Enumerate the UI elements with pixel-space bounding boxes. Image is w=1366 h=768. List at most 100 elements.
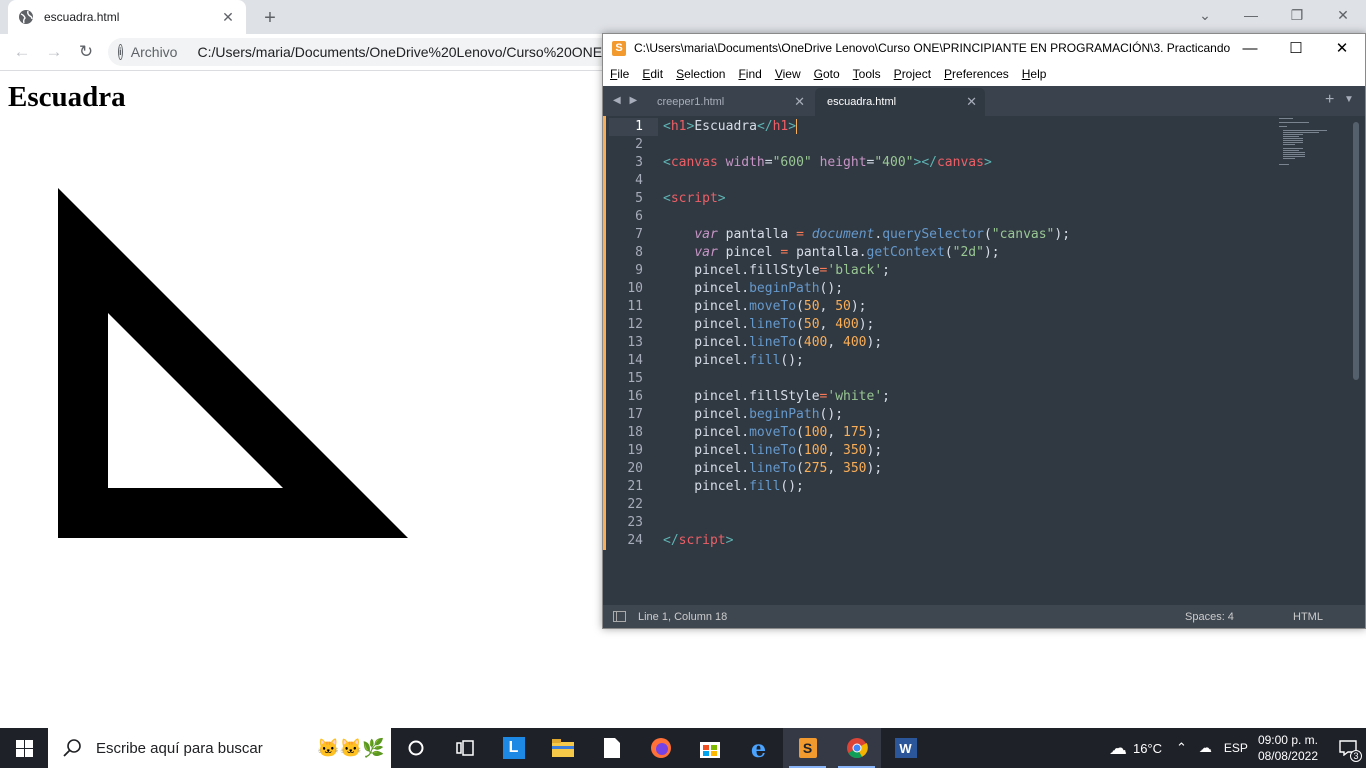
- line-number: 19: [627, 443, 643, 458]
- panel-toggle-icon[interactable]: [613, 611, 626, 622]
- temperature[interactable]: 16°C: [1133, 741, 1162, 756]
- minimap[interactable]: [1279, 116, 1349, 176]
- file-explorer-icon[interactable]: [538, 728, 587, 768]
- close-window-icon[interactable]: ✕: [1320, 0, 1366, 30]
- code-line[interactable]: pincel.lineTo(400, 400);: [663, 334, 1283, 352]
- code-line[interactable]: <h1>Escuadra</h1>: [663, 118, 1283, 136]
- close-tab-icon[interactable]: ✕: [794, 94, 805, 110]
- close-tab-icon[interactable]: ✕: [966, 94, 977, 110]
- tab-search-icon[interactable]: ⌄: [1182, 0, 1228, 30]
- code-line[interactable]: pincel.beginPath();: [663, 406, 1283, 424]
- status-syntax[interactable]: HTML: [1293, 611, 1323, 623]
- code-line[interactable]: pincel.fillStyle='white';: [663, 388, 1283, 406]
- code-line[interactable]: var pincel = pantalla.getContext("2d");: [663, 244, 1283, 262]
- notification-center-icon[interactable]: 3: [1330, 728, 1366, 768]
- info-icon[interactable]: i: [118, 44, 123, 60]
- menu-project[interactable]: Project: [894, 67, 931, 81]
- menu-help[interactable]: Help: [1022, 67, 1047, 81]
- close-window-icon[interactable]: ✕: [1319, 34, 1365, 62]
- reload-icon[interactable]: ↻: [74, 40, 98, 64]
- tab-escuadra[interactable]: escuadra.html ✕: [815, 88, 985, 116]
- tab-creeper1[interactable]: creeper1.html ✕: [645, 88, 813, 116]
- menu-edit[interactable]: Edit: [642, 67, 663, 81]
- code-line[interactable]: [663, 370, 1283, 388]
- status-position: Line 1, Column 18: [638, 610, 728, 623]
- forward-arrow-icon[interactable]: →: [42, 40, 66, 64]
- firefox-icon[interactable]: [636, 728, 685, 768]
- menu-file[interactable]: File: [610, 67, 629, 81]
- minimize-icon[interactable]: —: [1228, 0, 1274, 30]
- code-line[interactable]: [663, 208, 1283, 226]
- line-number: 14: [627, 353, 643, 368]
- restore-icon[interactable]: ❐: [1274, 0, 1320, 30]
- search-placeholder: Escribe aquí para buscar: [96, 739, 263, 757]
- code-line[interactable]: [663, 496, 1283, 514]
- taskbar-search-box[interactable]: Escribe aquí para buscar 🐱🐱🌿: [48, 728, 391, 768]
- code-line[interactable]: [663, 172, 1283, 190]
- chrome-icon[interactable]: [832, 728, 881, 768]
- line-number: 17: [627, 407, 643, 422]
- menu-find[interactable]: Find: [738, 67, 761, 81]
- task-view-icon[interactable]: [440, 728, 489, 768]
- status-bar: Line 1, Column 18 Spaces: 4 HTML: [603, 605, 1365, 628]
- code-line[interactable]: [663, 136, 1283, 154]
- code-line[interactable]: pincel.lineTo(50, 400);: [663, 316, 1283, 334]
- line-number: 12: [627, 317, 643, 332]
- line-number: 7: [635, 227, 643, 242]
- document-icon[interactable]: [587, 728, 636, 768]
- code-line[interactable]: <script>: [663, 190, 1283, 208]
- code-line[interactable]: </script>: [663, 532, 1283, 550]
- weather-cloud-icon[interactable]: ☁: [1109, 738, 1127, 759]
- line-number: 21: [627, 479, 643, 494]
- tab-scroll-arrows-icon[interactable]: ◀ ▶: [613, 95, 640, 106]
- word-icon[interactable]: W: [881, 728, 930, 768]
- code-lines[interactable]: <h1>Escuadra</h1> <canvas width="600" he…: [663, 118, 1283, 550]
- line-number: 10: [627, 281, 643, 296]
- menu-view[interactable]: View: [775, 67, 801, 81]
- line-number: 6: [635, 209, 643, 224]
- microsoft-store-icon[interactable]: [685, 728, 734, 768]
- sublime-menubar: File Edit Selection Find View Goto Tools…: [603, 62, 1365, 86]
- code-line[interactable]: var pantalla = document.querySelector("c…: [663, 226, 1283, 244]
- line-number: 20: [627, 461, 643, 476]
- back-arrow-icon[interactable]: ←: [10, 40, 34, 64]
- code-line[interactable]: pincel.fillStyle='black';: [663, 262, 1283, 280]
- onedrive-icon[interactable]: ☁: [1199, 740, 1212, 756]
- menu-tools[interactable]: Tools: [853, 67, 881, 81]
- browser-tab-escuadra[interactable]: escuadra.html ✕: [8, 0, 246, 34]
- internet-explorer-icon[interactable]: e: [734, 728, 783, 768]
- new-tab-plus-icon[interactable]: +: [1325, 91, 1334, 109]
- maximize-icon[interactable]: ☐: [1273, 34, 1319, 62]
- line-number: 5: [635, 191, 643, 206]
- tray-chevron-icon[interactable]: ⌃: [1176, 740, 1187, 756]
- code-line[interactable]: <canvas width="600" height="400"></canva…: [663, 154, 1283, 172]
- new-tab-button[interactable]: +: [258, 6, 282, 30]
- code-line[interactable]: pincel.lineTo(100, 350);: [663, 442, 1283, 460]
- status-spaces[interactable]: Spaces: 4: [1185, 611, 1234, 623]
- code-line[interactable]: pincel.fill();: [663, 352, 1283, 370]
- code-editor[interactable]: 1 2 3 4 5 6 7 8 9 10 11 12 13 14 15 16 1…: [603, 116, 1365, 605]
- code-line[interactable]: pincel.beginPath();: [663, 280, 1283, 298]
- close-tab-icon[interactable]: ✕: [220, 9, 236, 25]
- cortana-icon[interactable]: [391, 728, 440, 768]
- clock[interactable]: 09:00 p. m. 08/08/2022: [1258, 732, 1318, 764]
- windows-start-icon[interactable]: [0, 728, 48, 768]
- menu-selection[interactable]: Selection: [676, 67, 725, 81]
- code-line[interactable]: [663, 514, 1283, 532]
- minimize-icon[interactable]: —: [1227, 34, 1273, 62]
- vertical-scrollbar[interactable]: [1353, 122, 1359, 380]
- line-number: 15: [627, 371, 643, 386]
- code-line[interactable]: pincel.moveTo(100, 175);: [663, 424, 1283, 442]
- drawing-canvas: [58, 188, 408, 538]
- menu-goto[interactable]: Goto: [814, 67, 840, 81]
- language-indicator[interactable]: ESP: [1224, 741, 1248, 755]
- tab-menu-icon[interactable]: ▼: [1344, 94, 1354, 105]
- sublime-text-taskbar-icon[interactable]: S: [783, 728, 832, 768]
- code-line[interactable]: pincel.lineTo(275, 350);: [663, 460, 1283, 478]
- code-line[interactable]: pincel.moveTo(50, 50);: [663, 298, 1283, 316]
- tab-label: escuadra.html: [827, 96, 897, 108]
- line-number: 24: [627, 533, 643, 548]
- lenovo-vantage-icon[interactable]: L: [489, 728, 538, 768]
- code-line[interactable]: pincel.fill();: [663, 478, 1283, 496]
- menu-preferences[interactable]: Preferences: [944, 67, 1009, 81]
